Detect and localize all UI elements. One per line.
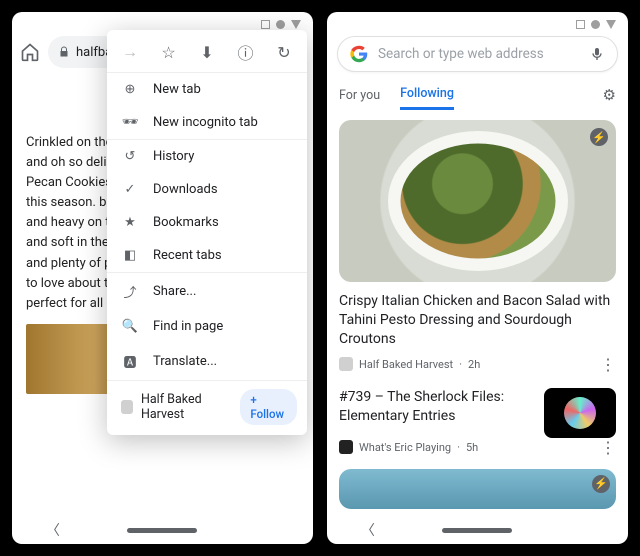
follow-button[interactable]: + Follow: [240, 389, 297, 425]
lock-icon: [58, 45, 70, 59]
card-hero-image[interactable]: ⚡: [339, 120, 616, 282]
info-icon[interactable]: ⓘ: [235, 40, 257, 64]
tab-for-you[interactable]: For you: [339, 82, 380, 109]
history-icon: ↺: [121, 149, 139, 164]
bookmark-icon: ★: [121, 215, 139, 230]
menu-downloads[interactable]: ✓Downloads: [107, 173, 307, 206]
search-box[interactable]: Search or type web address: [337, 36, 618, 72]
feed-card-peek[interactable]: ⚡: [339, 469, 616, 509]
status-icon: [576, 20, 585, 29]
phone-left: halfba — H A L F H A R Crinkled on the o…: [12, 12, 313, 544]
status-icon: [591, 20, 600, 29]
incognito-icon: 🕶: [121, 115, 139, 130]
status-icon: [276, 20, 285, 29]
card-title[interactable]: Crispy Italian Chicken and Bacon Salad w…: [339, 292, 616, 349]
home-icon[interactable]: [20, 42, 40, 62]
menu-toolbar: → ☆ ⬇ ⓘ ↻: [107, 30, 307, 72]
status-icon: [261, 20, 270, 29]
refresh-icon[interactable]: ↻: [273, 43, 295, 62]
site-name: Half Baked Harvest: [141, 392, 232, 422]
menu-recent-tabs[interactable]: ◧Recent tabs: [107, 239, 307, 272]
check-icon: ✓: [121, 182, 139, 197]
menu-find[interactable]: 🔍Find in page: [107, 310, 307, 343]
menu-bookmarks[interactable]: ★Bookmarks: [107, 206, 307, 239]
plus-icon: ⊕: [121, 82, 139, 97]
feed-card[interactable]: #739 – The Sherlock Files: Elementary En…: [339, 388, 616, 438]
card-source: What's Eric Playing: [359, 441, 451, 454]
menu-share[interactable]: ⤴Share...: [107, 273, 307, 310]
menu-incognito[interactable]: 🕶New incognito tab: [107, 106, 307, 139]
phone-right: Search or type web address For you Follo…: [327, 12, 628, 544]
home-pill[interactable]: [442, 528, 512, 533]
card-thumbnail: [544, 388, 616, 438]
star-icon[interactable]: ☆: [158, 43, 180, 62]
translate-icon: 🅰: [121, 352, 139, 371]
amp-icon: ⚡: [592, 475, 610, 493]
card-menu-icon[interactable]: ⋮: [600, 438, 616, 457]
nav-bar: 〈: [12, 516, 313, 544]
status-icon: [606, 20, 616, 29]
card-title: #739 – The Sherlock Files: Elementary En…: [339, 388, 534, 426]
menu-history[interactable]: ↺History: [107, 140, 307, 173]
card-menu-icon[interactable]: ⋮: [600, 355, 616, 374]
card-time: 2h: [468, 358, 480, 371]
menu-follow-row: Half Baked Harvest + Follow: [107, 381, 307, 435]
nav-bar: 〈: [327, 516, 628, 544]
back-icon[interactable]: 〈: [46, 520, 60, 540]
card-meta: What's Eric Playing · 5h ⋮: [339, 438, 616, 457]
source-favicon: [339, 440, 353, 454]
card-time: 5h: [466, 441, 478, 454]
share-icon: ⤴: [121, 282, 139, 301]
google-logo-icon: [350, 45, 368, 63]
site-favicon: [121, 400, 133, 414]
devices-icon: ◧: [121, 248, 139, 263]
status-icon: [291, 20, 301, 29]
forward-icon: →: [119, 42, 141, 62]
back-icon[interactable]: 〈: [361, 520, 375, 540]
mic-icon[interactable]: [589, 46, 605, 62]
tab-following[interactable]: Following: [400, 80, 454, 110]
card-meta: Half Baked Harvest · 2h ⋮: [339, 355, 616, 374]
feed-settings-icon[interactable]: ⚙: [603, 86, 616, 104]
menu-translate[interactable]: 🅰Translate...: [107, 343, 307, 380]
search-placeholder: Search or type web address: [378, 46, 579, 62]
amp-icon: ⚡: [590, 128, 608, 146]
source-favicon: [339, 357, 353, 371]
feed-tabs: For you Following ⚙: [327, 80, 628, 110]
home-pill[interactable]: [127, 528, 197, 533]
overflow-menu: → ☆ ⬇ ⓘ ↻ ⊕New tab 🕶New incognito tab ↺H…: [107, 30, 307, 435]
feed: ⚡ Crispy Italian Chicken and Bacon Salad…: [327, 110, 628, 516]
status-bar: [12, 12, 313, 32]
menu-new-tab[interactable]: ⊕New tab: [107, 73, 307, 106]
search-icon: 🔍: [121, 319, 139, 334]
download-icon[interactable]: ⬇: [196, 43, 218, 62]
card-source: Half Baked Harvest: [359, 358, 453, 371]
status-bar: [327, 12, 628, 32]
